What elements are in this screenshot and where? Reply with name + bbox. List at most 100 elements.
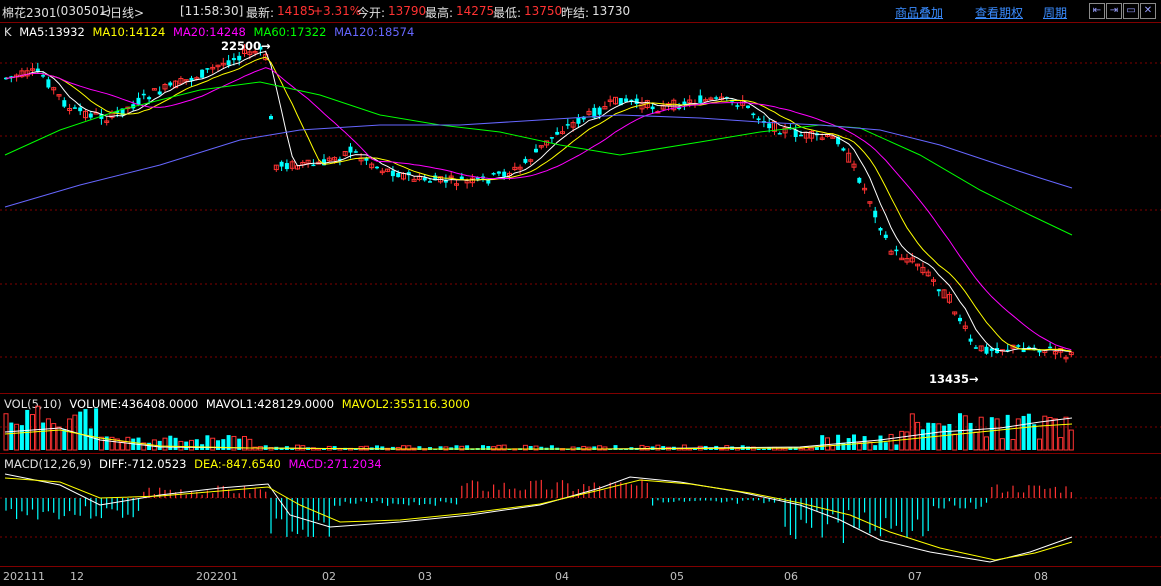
- volume-bar: [719, 448, 724, 451]
- candle-body: [873, 210, 878, 218]
- volume-bar: [162, 437, 168, 451]
- volume-bar: [936, 423, 942, 451]
- volume-bar: [761, 448, 766, 450]
- candle-body: [968, 338, 973, 342]
- volume-bar: [216, 440, 220, 450]
- high-annotation: 22500→: [221, 39, 271, 53]
- volume-bar: [1005, 414, 1010, 450]
- candle-body: [894, 249, 899, 252]
- x-label-4: 03: [418, 570, 432, 583]
- candle-body: [756, 118, 761, 120]
- volume-bar: [98, 436, 104, 451]
- candle-body: [237, 55, 242, 61]
- volume-bar: [9, 422, 14, 450]
- candle-body: [353, 151, 358, 153]
- candle-body: [72, 107, 77, 109]
- candle-body: [555, 131, 560, 135]
- candle-body: [459, 176, 464, 180]
- volume-bar: [78, 411, 83, 450]
- candle-body: [534, 148, 538, 153]
- volume-bar: [883, 442, 888, 450]
- candle-body: [936, 289, 941, 292]
- volume-bar: [1052, 418, 1058, 451]
- volume-bar: [443, 446, 449, 451]
- volume-bar: [655, 444, 661, 451]
- volume-bar: [295, 444, 300, 451]
- candle-body: [422, 177, 427, 181]
- volume-bar: [1015, 418, 1021, 451]
- volume-bar: [904, 431, 910, 451]
- volume-bar: [782, 447, 788, 451]
- volume-bar: [830, 444, 836, 451]
- candle-body: [634, 98, 639, 104]
- candle-body: [496, 171, 501, 174]
- volume-bar: [798, 448, 804, 451]
- volume-bar: [899, 430, 905, 451]
- kline-chart[interactable]: [0, 0, 1161, 586]
- volume-bar: [926, 422, 931, 450]
- candle-body: [284, 163, 289, 170]
- x-label-1: 12: [70, 570, 84, 583]
- candle-body: [565, 124, 570, 126]
- volume-bar: [909, 413, 915, 451]
- volume-bar: [825, 437, 830, 451]
- candle-body: [205, 68, 210, 70]
- volume-bar: [681, 444, 687, 451]
- candle-body: [157, 91, 162, 95]
- ma20-line: [5, 67, 1072, 351]
- x-label-3: 02: [322, 570, 336, 583]
- candle-body: [549, 137, 554, 139]
- x-label-7: 06: [784, 570, 798, 583]
- volume-bar: [45, 418, 51, 451]
- candle-body: [751, 113, 756, 116]
- volume-bar: [1032, 424, 1037, 450]
- candle-body: [136, 97, 141, 105]
- candle-body: [88, 113, 93, 118]
- volume-bar: [968, 422, 973, 450]
- volume-bar: [942, 425, 947, 450]
- volume-bar: [920, 429, 925, 450]
- volume-bar: [363, 445, 369, 451]
- volume-bar: [210, 437, 216, 451]
- volume-bar: [19, 425, 24, 450]
- candle-body: [1016, 345, 1021, 347]
- volume-bar: [35, 405, 41, 451]
- volume-bar: [322, 448, 326, 450]
- candle-body: [502, 171, 507, 177]
- candle-body: [46, 79, 51, 88]
- candle-body: [491, 173, 496, 175]
- volume-bar: [809, 447, 815, 451]
- candle-body: [624, 98, 629, 102]
- candle-body: [799, 134, 803, 137]
- volume-bar: [332, 446, 337, 450]
- volume-bar: [1037, 438, 1042, 451]
- volume-bar: [62, 429, 67, 450]
- candle-body: [746, 105, 750, 108]
- volume-bar: [1047, 417, 1053, 451]
- volume-bar: [173, 437, 178, 450]
- volume-bar: [952, 433, 958, 451]
- low-annotation: 13435→: [929, 372, 979, 386]
- volume-bar: [888, 433, 894, 451]
- mavol1-line: [4, 417, 1073, 450]
- volume-bar: [958, 413, 962, 450]
- candle-body: [878, 228, 883, 231]
- volume-bar: [973, 431, 979, 451]
- ma120-line: [4, 114, 1073, 208]
- volume-bar: [290, 448, 295, 450]
- candle-body: [168, 82, 173, 86]
- candle-body: [841, 148, 846, 151]
- candle-body: [576, 117, 581, 124]
- volume-bar: [867, 441, 873, 451]
- candle-body: [777, 133, 782, 135]
- candle-body: [279, 161, 284, 167]
- candle-body: [597, 107, 602, 115]
- candle-body: [958, 317, 962, 322]
- candle-body: [650, 106, 655, 110]
- high-price-label: 22500: [221, 39, 262, 53]
- candle-body: [523, 158, 528, 163]
- volume-bar: [184, 441, 189, 450]
- volume-bar: [756, 448, 761, 450]
- volume-bar: [1068, 429, 1074, 451]
- volume-bar: [1058, 437, 1064, 451]
